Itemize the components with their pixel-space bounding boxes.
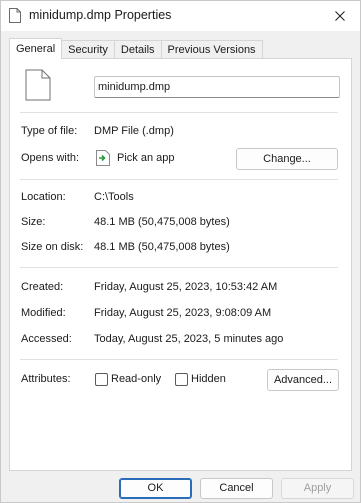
advanced-button[interactable]: Advanced... (267, 369, 339, 391)
tab-general[interactable]: General (9, 38, 63, 59)
ok-button[interactable]: OK (119, 478, 192, 499)
close-button[interactable] (320, 1, 360, 31)
created-label: Created: (21, 281, 64, 293)
tab-previous-versions[interactable]: Previous Versions (160, 40, 263, 59)
divider (20, 359, 338, 360)
tab-details[interactable]: Details (113, 40, 162, 59)
title-bar: minidump.dmp Properties (1, 1, 360, 31)
read-only-checkbox[interactable] (95, 373, 108, 386)
close-icon (335, 11, 345, 21)
hidden-checkbox[interactable] (175, 373, 188, 386)
size-on-disk-label: Size on disk: (21, 241, 84, 253)
divider (20, 179, 338, 180)
location-label: Location: (21, 191, 66, 203)
divider (20, 112, 338, 113)
file-icon (9, 8, 21, 23)
divider (20, 267, 338, 268)
file-name-input[interactable] (94, 76, 340, 98)
location-value: C:\Tools (94, 191, 134, 203)
hidden-label: Hidden (191, 373, 226, 385)
size-label: Size: (21, 216, 46, 228)
attributes-label: Attributes: (21, 373, 71, 385)
tab-bar: General Security Details Previous Versio… (9, 38, 263, 59)
opens-with-label: Opens with: (21, 152, 80, 164)
read-only-label: Read-only (111, 373, 162, 385)
size-value: 48.1 MB (50,475,008 bytes) (94, 216, 230, 228)
type-of-file-value: DMP File (.dmp) (94, 125, 174, 137)
created-value: Friday, August 25, 2023, 10:53:42 AM (94, 281, 278, 293)
properties-dialog: minidump.dmp Properties General Security… (0, 0, 361, 503)
pick-app-icon (96, 150, 110, 166)
size-on-disk-value: 48.1 MB (50,475,008 bytes) (94, 241, 230, 253)
accessed-value: Today, August 25, 2023, 5 minutes ago (94, 333, 284, 345)
type-of-file-label: Type of file: (21, 125, 78, 137)
general-panel: Type of file: DMP File (.dmp) Opens with… (9, 58, 352, 471)
modified-value: Friday, August 25, 2023, 9:08:09 AM (94, 307, 272, 319)
change-button[interactable]: Change... (236, 148, 338, 170)
accessed-label: Accessed: (21, 333, 72, 345)
file-icon (25, 69, 51, 101)
apply-button[interactable]: Apply (281, 478, 354, 499)
opens-with-value: Pick an app (117, 152, 175, 164)
cancel-button[interactable]: Cancel (200, 478, 273, 499)
modified-label: Modified: (21, 307, 66, 319)
tab-security[interactable]: Security (61, 40, 115, 59)
window-title: minidump.dmp Properties (29, 8, 172, 22)
